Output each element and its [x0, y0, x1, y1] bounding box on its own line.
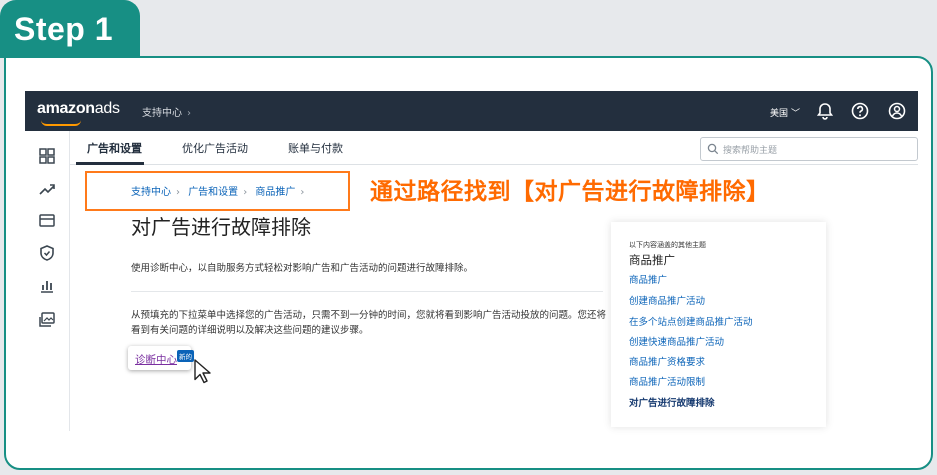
related-topics-card: 以下内容涵盖的其他主题 商品推广 商品推广 创建商品推广活动 在多个站点创建商品…	[611, 222, 826, 427]
intro-text: 使用诊断中心，以自助服务方式轻松对影响广告和广告活动的问题进行故障排除。	[131, 263, 474, 274]
tab-billing[interactable]: 账单与付款	[288, 140, 343, 156]
breadcrumb-ads-settings[interactable]: 广告和设置	[188, 187, 238, 198]
chevron-down-icon: ﹀	[791, 109, 801, 119]
country-selector[interactable]: 美国 ﹀	[770, 106, 800, 119]
dashboard-icon[interactable]	[38, 147, 56, 165]
amazon-ads-logo[interactable]: amazonads	[37, 100, 120, 118]
related-link[interactable]: 商品推广活动限制	[629, 374, 705, 388]
search-icon	[707, 143, 719, 155]
breadcrumb-sponsored-products[interactable]: 商品推广	[255, 187, 295, 198]
related-topics-caption: 以下内容涵盖的其他主题	[629, 241, 706, 249]
breadcrumb-support-center[interactable]: 支持中心	[131, 187, 171, 198]
top-breadcrumb[interactable]: 支持中心 ›	[142, 104, 191, 119]
divider	[131, 291, 603, 292]
breadcrumb: 支持中心 › 广告和设置 › 商品推广 ›	[131, 187, 305, 198]
search-placeholder: 搜索帮助主题	[723, 146, 778, 156]
trend-icon[interactable]	[38, 180, 56, 198]
help-search-input[interactable]: 搜索帮助主题	[700, 137, 918, 161]
user-icon[interactable]	[887, 101, 907, 121]
shield-icon[interactable]	[38, 244, 56, 262]
related-link[interactable]: 商品推广	[629, 272, 667, 286]
related-link-current[interactable]: 对广告进行故障排除	[629, 395, 715, 409]
top-navigation-bar: amazonads 支持中心 › 美国 ﹀	[25, 91, 918, 131]
related-topics-heading: 商品推广	[629, 253, 675, 267]
left-sidebar	[25, 131, 70, 431]
description-text: 从预填充的下拉菜单中选择您的广告活动，只需不到一分钟的时间，您就将看到影响广告活…	[131, 310, 607, 336]
bar-chart-icon[interactable]	[38, 277, 56, 295]
gallery-icon[interactable]	[38, 311, 56, 329]
mouse-cursor-icon	[194, 359, 211, 384]
tab-optimize-campaigns[interactable]: 优化广告活动	[182, 140, 248, 156]
active-tab-indicator	[76, 162, 144, 165]
annotation-text: 通过路径找到【对广告进行故障排除】	[370, 179, 770, 205]
help-icon[interactable]	[850, 101, 870, 121]
logo-smile-icon	[41, 120, 81, 126]
tab-ads-settings[interactable]: 广告和设置	[87, 140, 142, 156]
related-link[interactable]: 创建商品推广活动	[629, 293, 705, 307]
related-link[interactable]: 商品推广资格要求	[629, 354, 705, 368]
wallet-icon[interactable]	[38, 211, 56, 229]
diagnostic-center-label: 诊断中心	[135, 354, 177, 366]
related-link[interactable]: 创建快速商品推广活动	[629, 334, 724, 348]
related-link[interactable]: 在多个站点创建商品推广活动	[629, 314, 753, 328]
step-label: Step 1	[0, 0, 140, 58]
bell-icon[interactable]	[815, 101, 835, 121]
page-title: 对广告进行故障排除	[131, 215, 311, 239]
